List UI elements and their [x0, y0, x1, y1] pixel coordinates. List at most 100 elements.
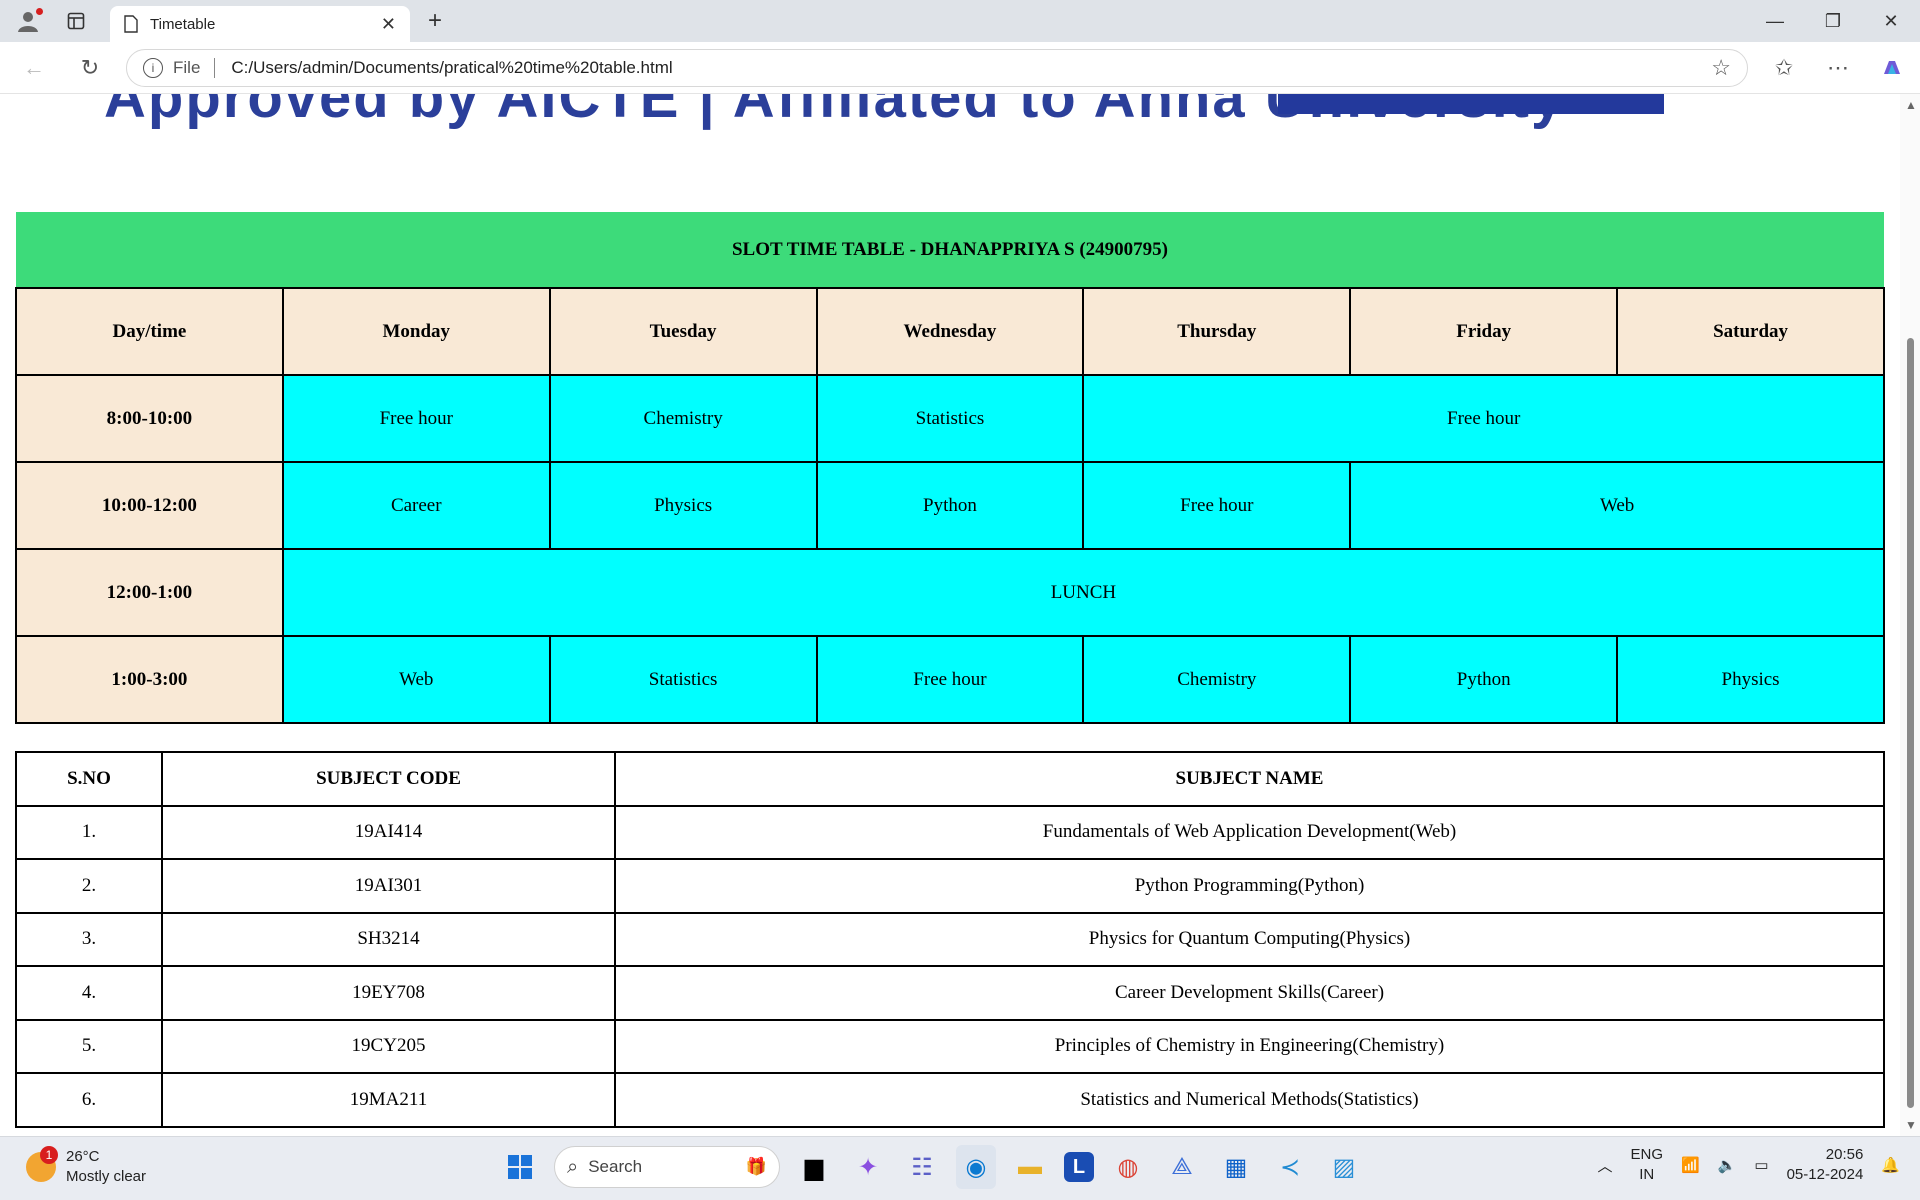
time-slot-label: 12:00-1:00 — [15, 548, 284, 637]
table-row: 6. 19MA211 Statistics and Numerical Meth… — [15, 1072, 1885, 1128]
restore-button[interactable]: ❐ — [1804, 0, 1862, 42]
close-window-button[interactable]: ✕ — [1862, 0, 1920, 42]
favorites-icon[interactable]: ✩ — [1766, 50, 1802, 86]
notification-bell-icon[interactable]: 🔔 — [1881, 1156, 1900, 1174]
windows-logo — [508, 1155, 532, 1179]
search-label: Search — [588, 1157, 643, 1176]
photos-icon[interactable]: ▨ — [1324, 1145, 1364, 1189]
slot-cell: Physics — [1616, 635, 1885, 724]
store-icon[interactable]: ▦ — [1216, 1145, 1256, 1189]
code-cell: 19CY205 — [161, 1018, 616, 1074]
time-slot-label: 10:00-12:00 — [15, 461, 284, 550]
scroll-up-icon[interactable]: ▲ — [1905, 98, 1917, 112]
taskbar-apps: ⌕ Search 🎁 ▆ ✦ ☷ ◉ ▬ L ◍ ⟁ ▦ ≺ ▨ — [500, 1145, 1364, 1189]
azure-icon[interactable]: ⟁ — [1162, 1145, 1202, 1189]
header-day: Friday — [1349, 287, 1619, 376]
banner-logo-block — [1278, 94, 1664, 114]
scroll-down-icon[interactable]: ▼ — [1905, 1118, 1917, 1132]
l-app-icon[interactable]: L — [1064, 1152, 1094, 1182]
slot-cell: Physics — [548, 461, 818, 550]
sno-cell: 1. — [15, 804, 163, 860]
taskbar-search[interactable]: ⌕ Search 🎁 — [554, 1146, 780, 1188]
header-subject-name: SUBJECT NAME — [614, 751, 1885, 807]
url-text[interactable]: C:/Users/admin/Documents/pratical%20time… — [231, 58, 1711, 78]
slot-cell: Free hour — [281, 374, 551, 463]
header-day: Saturday — [1616, 287, 1885, 376]
new-tab-button[interactable]: + — [420, 0, 450, 42]
name-cell: Statistics and Numerical Methods(Statist… — [614, 1072, 1885, 1128]
notification-dot — [36, 8, 43, 15]
close-tab-icon[interactable]: ✕ — [381, 14, 396, 35]
table-row: 5. 19CY205 Principles of Chemistry in En… — [15, 1018, 1885, 1074]
copilot-app-icon[interactable]: ✦ — [848, 1145, 888, 1189]
battery-icon[interactable]: ▭ — [1754, 1156, 1768, 1174]
time-slot-label: 1:00-3:00 — [15, 635, 284, 724]
workspaces-button[interactable] — [60, 0, 92, 42]
tab-title: Timetable — [150, 15, 216, 33]
timetable-caption: SLOT TIME TABLE - DHANAPPRIYA S (2490079… — [16, 212, 1884, 288]
tab-timetable[interactable]: Timetable ✕ — [110, 6, 410, 42]
start-icon[interactable] — [500, 1145, 540, 1189]
favorite-star-icon[interactable]: ☆ — [1711, 55, 1731, 81]
info-icon[interactable]: i — [143, 58, 163, 78]
taskbar: 1 26°C Mostly clear ⌕ Search 🎁 ▆ ✦ ☷ ◉ ▬… — [0, 1136, 1920, 1200]
wifi-icon[interactable]: 📶 — [1681, 1156, 1700, 1174]
system-tray: ︿ ENG IN 📶 🔈 ▭ 20:56 05-12-2024 🔔 — [1597, 1145, 1900, 1185]
timetable-row: 12:00-1:00 LUNCH — [15, 548, 1886, 637]
slot-cell: Chemistry — [548, 374, 818, 463]
more-menu-icon[interactable]: ⋯ — [1820, 50, 1856, 86]
back-button[interactable]: ← — [16, 50, 52, 86]
lunch-cell: LUNCH — [281, 548, 1886, 637]
clock[interactable]: 20:56 05-12-2024 — [1787, 1145, 1864, 1185]
slot-cell: Free hour — [815, 635, 1085, 724]
code-cell: 19AI301 — [161, 858, 616, 914]
chrome-icon[interactable]: ◍ — [1108, 1145, 1148, 1189]
file-explorer-icon[interactable]: ▬ — [1010, 1145, 1050, 1189]
table-row: 4. 19EY708 Career Development Skills(Car… — [15, 965, 1885, 1021]
reload-button[interactable]: ↻ — [72, 50, 108, 86]
slot-cell: Python — [815, 461, 1085, 550]
volume-icon[interactable]: 🔈 — [1718, 1156, 1737, 1174]
clock-date: 05-12-2024 — [1786, 1166, 1864, 1183]
weather-widget[interactable]: 1 26°C Mostly clear — [26, 1146, 146, 1187]
weather-badge: 1 — [40, 1146, 58, 1164]
scrollbar-thumb[interactable] — [1907, 338, 1914, 1108]
header-day: Monday — [281, 287, 551, 376]
url-field[interactable]: i File C:/Users/admin/Documents/pratical… — [126, 49, 1748, 87]
task-view-icon[interactable]: ▆ — [794, 1145, 834, 1189]
vscode-icon[interactable]: ≺ — [1270, 1145, 1310, 1189]
name-cell: Python Programming(Python) — [614, 858, 1885, 914]
profile-button[interactable] — [12, 0, 44, 42]
search-icon: ⌕ — [567, 1155, 579, 1178]
header-sno: S.NO — [15, 751, 163, 807]
page-icon — [124, 15, 138, 33]
code-cell: SH3214 — [161, 911, 616, 967]
header-subject-code: SUBJECT CODE — [161, 751, 616, 807]
slot-cell: Python — [1349, 635, 1619, 724]
sno-cell: 5. — [15, 1018, 163, 1074]
timetable-row: 10:00-12:00 Career Physics Python Free h… — [15, 461, 1885, 550]
weather-temperature: 26°C — [66, 1148, 100, 1165]
clock-time: 20:56 — [1825, 1146, 1864, 1163]
weather-icon: 1 — [26, 1146, 58, 1182]
copilot-icon[interactable] — [1874, 50, 1910, 86]
url-scheme: File — [173, 58, 201, 77]
slot-cell: Free hour — [1082, 374, 1885, 463]
header-daytime: Day/time — [15, 287, 284, 376]
show-hidden-icons-chevron-icon[interactable]: ︿ — [1597, 1155, 1612, 1176]
slot-cell: Web — [281, 635, 551, 724]
teams-icon[interactable]: ☷ — [902, 1145, 942, 1189]
copilot-logo — [1884, 61, 1900, 74]
subject-table: S.NO SUBJECT CODE SUBJECT NAME 1. 19AI41… — [15, 751, 1885, 1128]
sno-cell: 6. — [15, 1072, 163, 1128]
vertical-scrollbar[interactable]: ▲ ▼ — [1900, 94, 1920, 1136]
code-cell: 19MA211 — [161, 1072, 616, 1128]
minimize-button[interactable]: — — [1746, 0, 1804, 42]
name-cell: Physics for Quantum Computing(Physics) — [614, 911, 1885, 967]
language-indicator[interactable]: ENG IN — [1631, 1145, 1664, 1185]
address-bar: ← ↻ i File C:/Users/admin/Documents/prat… — [0, 42, 1920, 94]
sno-cell: 3. — [15, 911, 163, 967]
browser-tab-bar: Timetable ✕ + — ❐ ✕ — [0, 0, 1920, 42]
edge-icon[interactable]: ◉ — [956, 1145, 996, 1189]
header-day: Thursday — [1082, 287, 1352, 376]
